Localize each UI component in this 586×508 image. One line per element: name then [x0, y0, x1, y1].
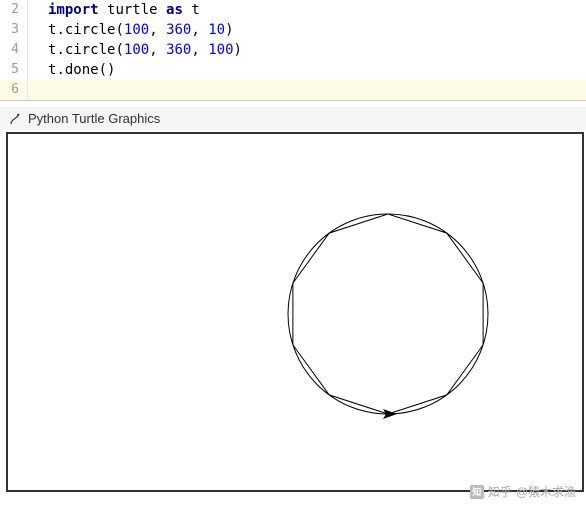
- code-line[interactable]: 3t.circle(100, 360, 10): [0, 20, 586, 40]
- turtle-window-titlebar: Python Turtle Graphics: [0, 107, 586, 130]
- code-content[interactable]: t.circle(100, 360, 10): [28, 20, 234, 40]
- code-content[interactable]: t.done(): [28, 60, 115, 80]
- turtle-window-title: Python Turtle Graphics: [28, 111, 160, 126]
- code-content[interactable]: [28, 80, 48, 100]
- code-line[interactable]: 6: [0, 80, 586, 100]
- code-content[interactable]: import turtle as t: [28, 0, 200, 20]
- code-content[interactable]: t.circle(100, 360, 100): [28, 40, 242, 60]
- line-number: 5: [0, 60, 28, 80]
- line-number: 2: [0, 0, 28, 20]
- line-number: 6: [0, 80, 28, 100]
- turtle-drawing: [8, 134, 584, 492]
- code-line[interactable]: 2import turtle as t: [0, 0, 586, 20]
- line-number: 4: [0, 40, 28, 60]
- python-turtle-icon: [8, 112, 22, 126]
- code-line[interactable]: 4t.circle(100, 360, 100): [0, 40, 586, 60]
- code-editor[interactable]: 2import turtle as t3t.circle(100, 360, 1…: [0, 0, 586, 101]
- watermark: 知 知乎 @猿木求渔: [470, 483, 576, 500]
- watermark-platform: 知乎: [488, 483, 512, 500]
- line-number: 3: [0, 20, 28, 40]
- watermark-text: @猿木求渔: [516, 483, 576, 500]
- turtle-canvas: [6, 132, 584, 492]
- code-line[interactable]: 5t.done(): [0, 60, 586, 80]
- zhihu-icon: 知: [470, 485, 484, 499]
